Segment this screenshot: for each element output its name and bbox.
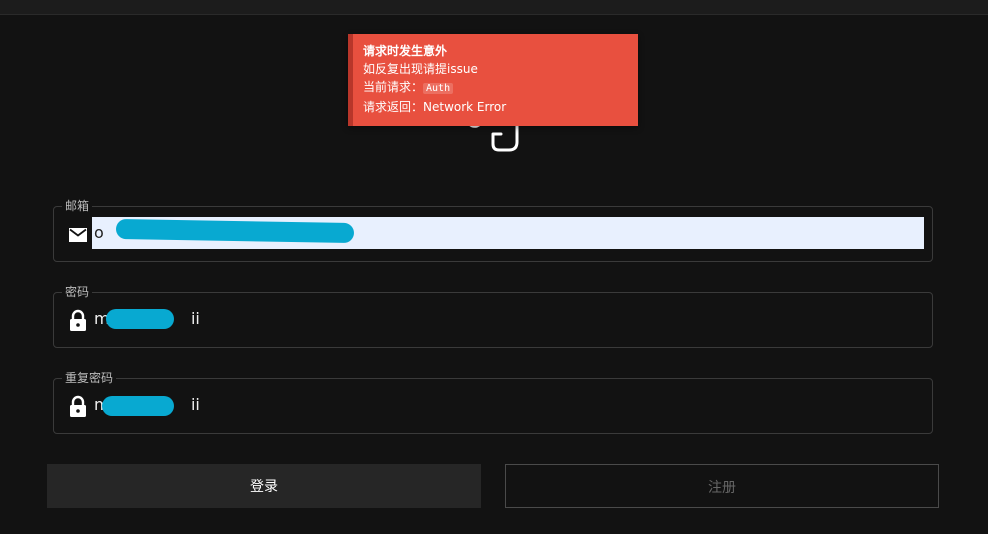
toast-response-line: 请求返回：Network Error	[363, 98, 628, 116]
toast-response-value: Network Error	[423, 100, 507, 114]
error-toast[interactable]: 请求时发生意外 如反复出现请提issue 当前请求： Auth 请求返回：Netw…	[348, 34, 638, 126]
password-label: 密码	[62, 285, 93, 299]
toast-response-label: 请求返回：	[363, 100, 424, 114]
mail-icon	[69, 228, 87, 242]
confirm-password-redaction	[102, 396, 174, 416]
toast-title: 请求时发生意外	[363, 44, 448, 58]
email-field-container: 邮箱	[53, 199, 933, 262]
email-redaction	[115, 218, 355, 244]
password-field-container: 密码	[53, 285, 933, 348]
confirm-password-field-container: 重复密码	[53, 371, 933, 434]
login-button[interactable]: 登录	[47, 464, 481, 508]
toast-request-label: 当前请求：	[363, 80, 424, 94]
toast-request-line: 当前请求： Auth	[363, 78, 628, 98]
register-button[interactable]: 注册	[505, 464, 939, 508]
lock-icon	[70, 309, 86, 331]
confirm-password-label: 重复密码	[62, 371, 117, 385]
password-redaction	[106, 309, 174, 329]
confirm-password-input[interactable]	[92, 389, 924, 421]
password-input[interactable]	[92, 303, 924, 335]
lock-icon	[70, 395, 86, 417]
top-bar	[0, 0, 988, 15]
email-label: 邮箱	[62, 199, 93, 213]
toast-message: 如反复出现请提issue	[363, 62, 478, 76]
toast-request-value: Auth	[423, 83, 454, 94]
